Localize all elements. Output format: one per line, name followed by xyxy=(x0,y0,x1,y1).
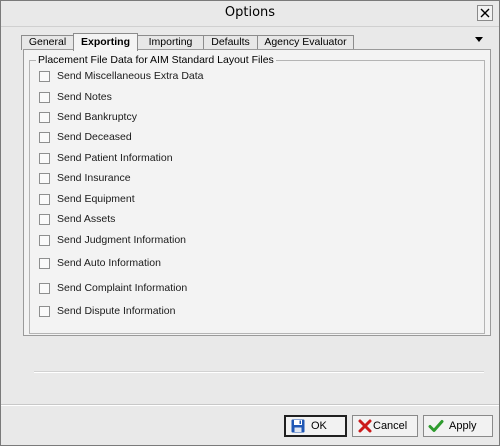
option-send-patient-information[interactable]: Send Patient Information xyxy=(39,150,173,166)
checkbox-label: Send Complaint Information xyxy=(57,282,188,294)
checkbox[interactable] xyxy=(39,282,50,294)
cancel-button[interactable]: Cancel xyxy=(352,415,418,437)
option-send-auto-information[interactable]: Send Auto Information xyxy=(39,255,161,271)
option-send-miscellaneous-extra-data[interactable]: Send Miscellaneous Extra Data xyxy=(39,68,204,84)
checkbox[interactable] xyxy=(39,172,50,184)
ok-button-label: OK xyxy=(311,420,327,432)
option-send-assets[interactable]: Send Assets xyxy=(39,211,115,227)
tab-agency-evaluator[interactable]: Agency Evaluator xyxy=(257,35,354,50)
option-send-bankruptcy[interactable]: Send Bankruptcy xyxy=(39,109,137,125)
option-send-insurance[interactable]: Send Insurance xyxy=(39,170,131,186)
apply-button[interactable]: Apply xyxy=(423,415,493,437)
checkbox-label: Send Insurance xyxy=(57,172,131,184)
divider xyxy=(1,404,499,406)
chevron-down-icon[interactable] xyxy=(475,37,483,42)
cancel-button-label: Cancel xyxy=(373,420,408,432)
checkbox[interactable] xyxy=(39,131,50,143)
option-send-judgment-information[interactable]: Send Judgment Information xyxy=(39,232,186,248)
red-x-icon xyxy=(358,419,372,433)
tab-exporting[interactable]: Exporting xyxy=(73,33,138,51)
checkbox[interactable] xyxy=(39,234,50,246)
close-icon xyxy=(480,8,490,18)
option-send-deceased[interactable]: Send Deceased xyxy=(39,129,132,145)
checkbox[interactable] xyxy=(39,305,50,317)
tab-defaults[interactable]: Defaults xyxy=(203,35,258,50)
green-check-icon xyxy=(428,420,444,432)
group-title: Placement File Data for AIM Standard Lay… xyxy=(36,54,276,66)
checkbox-label: Send Patient Information xyxy=(57,152,173,164)
checkbox-label: Send Equipment xyxy=(57,193,135,205)
checkbox-label: Send Assets xyxy=(57,213,116,225)
checkbox[interactable] xyxy=(39,213,50,225)
checkbox-label: Send Miscellaneous Extra Data xyxy=(57,70,204,82)
checkbox[interactable] xyxy=(39,91,50,103)
options-dialog: Options General Exporting Importing Defa… xyxy=(0,0,500,446)
checkbox-label: Send Notes xyxy=(57,91,112,103)
option-send-dispute-information[interactable]: Send Dispute Information xyxy=(39,303,175,319)
option-send-complaint-information[interactable]: Send Complaint Information xyxy=(39,280,187,296)
checkbox-label: Send Deceased xyxy=(57,131,132,143)
checkbox[interactable] xyxy=(39,152,50,164)
checkbox[interactable] xyxy=(39,70,50,82)
checkbox-label: Send Auto Information xyxy=(57,257,161,269)
divider xyxy=(34,371,484,373)
floppy-disk-icon xyxy=(291,419,305,433)
checkbox[interactable] xyxy=(39,111,50,123)
window-title: Options xyxy=(224,5,276,20)
checkbox-label: Send Judgment Information xyxy=(57,234,186,246)
tab-strip: General Exporting Importing Defaults Age… xyxy=(21,33,491,51)
checkbox-label: Send Bankruptcy xyxy=(57,111,137,123)
checkbox-label: Send Dispute Information xyxy=(57,305,176,317)
option-send-notes[interactable]: Send Notes xyxy=(39,89,112,105)
close-button[interactable] xyxy=(477,5,493,21)
checkbox[interactable] xyxy=(39,193,50,205)
title-bar[interactable]: Options xyxy=(1,1,499,27)
placement-file-data-group: Placement File Data for AIM Standard Lay… xyxy=(29,54,485,334)
option-send-equipment[interactable]: Send Equipment xyxy=(39,191,135,207)
exporting-panel: Placement File Data for AIM Standard Lay… xyxy=(23,49,491,336)
tab-general[interactable]: General xyxy=(21,35,74,50)
checkbox[interactable] xyxy=(39,257,50,269)
tab-importing[interactable]: Importing xyxy=(137,35,204,50)
ok-button[interactable]: OK xyxy=(284,415,347,437)
apply-button-label: Apply xyxy=(449,420,477,432)
